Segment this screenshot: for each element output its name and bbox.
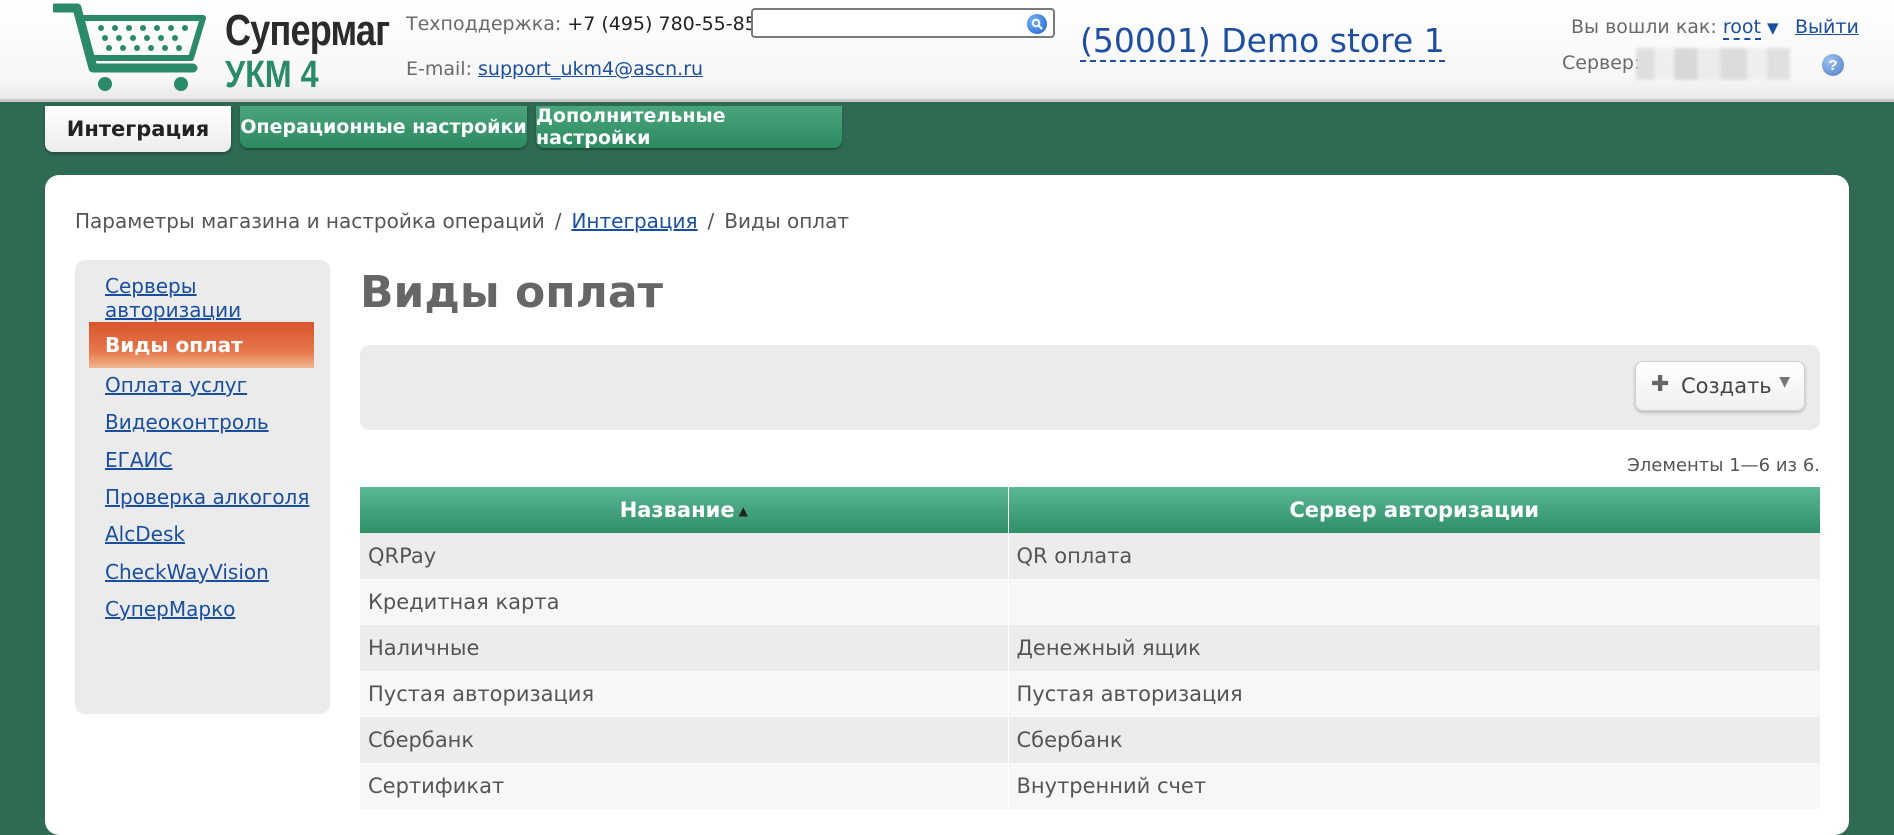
breadcrumb-separator: /	[554, 209, 562, 233]
breadcrumb: Параметры магазина и настройка операций /…	[75, 209, 849, 233]
search-button[interactable]	[1027, 14, 1047, 34]
tab-integration[interactable]: Интеграция	[45, 106, 231, 152]
table-row[interactable]: Сертификат Внутренний счет	[360, 763, 1820, 809]
cell-name: QRPay	[360, 533, 1009, 579]
plus-icon: ✚	[1651, 372, 1670, 397]
tab-additional-settings[interactable]: Дополнительные настройки	[536, 105, 842, 149]
support-label: Техподдержка:	[406, 13, 562, 35]
store-selector[interactable]: (50001) Demo store 1	[1080, 22, 1445, 62]
breadcrumb-root: Параметры магазина и настройка операций	[75, 209, 545, 233]
server-value-redacted	[1636, 48, 1790, 80]
search-icon	[1031, 18, 1043, 30]
logo-subtitle: УКМ 4	[225, 54, 319, 96]
table-row[interactable]: Наличные Денежный ящик	[360, 625, 1820, 671]
header: Супермаг УКМ 4 Техподдержка: +7 (495) 78…	[0, 0, 1894, 102]
cell-auth-server	[1008, 579, 1820, 625]
cell-auth-server: Пустая авторизация	[1008, 671, 1820, 717]
breadcrumb-separator: /	[707, 209, 715, 233]
sidebar-item-service-payment[interactable]: Оплата услуг	[105, 373, 247, 397]
email-label: E-mail:	[406, 58, 472, 80]
content-panel: Параметры магазина и настройка операций /…	[45, 175, 1849, 835]
breadcrumb-link-integration[interactable]: Интеграция	[571, 209, 697, 233]
sidebar-item-alcohol-check[interactable]: Проверка алкоголя	[105, 485, 309, 509]
sidebar-item-checkwayvision[interactable]: CheckWayVision	[105, 560, 269, 584]
logo-title: Супермаг	[225, 6, 390, 55]
cell-auth-server: QR оплата	[1008, 533, 1820, 579]
table-header-row: Название ▲ Сервер авторизации	[360, 487, 1820, 533]
page-title: Виды оплат	[360, 267, 664, 318]
cell-auth-server: Внутренний счет	[1008, 763, 1820, 809]
support-email-link[interactable]: support_ukm4@ascn.ru	[478, 58, 703, 80]
logo[interactable]: Супермаг УКМ 4	[50, 2, 390, 96]
sort-asc-icon: ▲	[738, 504, 748, 518]
breadcrumb-current: Виды оплат	[724, 209, 849, 233]
cell-name: Пустая авторизация	[360, 671, 1009, 717]
sidebar-item-supermarko[interactable]: СуперМарко	[105, 597, 235, 621]
support-phone-line: Техподдержка: +7 (495) 780-55-85	[406, 13, 757, 35]
sidebar-item-alcdesk[interactable]: AlcDesk	[105, 522, 185, 546]
table-row[interactable]: Сбербанк Сбербанк	[360, 717, 1820, 763]
table-row[interactable]: QRPay QR оплата	[360, 533, 1820, 579]
search-box	[751, 8, 1055, 38]
cell-name: Наличные	[360, 625, 1009, 671]
server-label: Сервер:	[1562, 52, 1641, 74]
help-icon[interactable]: ?	[1822, 54, 1844, 76]
sidebar-item-egais[interactable]: ЕГАИС	[105, 448, 172, 472]
search-input[interactable]	[759, 13, 1021, 33]
shopping-cart-icon	[50, 3, 206, 91]
tab-operational-settings[interactable]: Операционные настройки	[240, 106, 527, 148]
user-menu[interactable]: root	[1722, 16, 1761, 40]
create-button-label: Создать	[1681, 374, 1772, 398]
create-button[interactable]: ✚ Создать ▼	[1635, 361, 1805, 411]
payment-types-table: Название ▲ Сервер авторизации QRPay QR оп…	[360, 487, 1820, 809]
column-header-auth-server[interactable]: Сервер авторизации	[1008, 487, 1820, 533]
sidebar-item-payment-types[interactable]: Виды оплат	[89, 322, 314, 368]
sidebar: Серверы авторизации Виды оплат Оплата ус…	[75, 260, 330, 714]
toolbar: ✚ Создать ▼	[360, 345, 1820, 430]
cell-name: Сертификат	[360, 763, 1009, 809]
sidebar-item-video-control[interactable]: Видеоконтроль	[105, 410, 269, 434]
column-header-label: Название	[619, 498, 735, 522]
support-phone: +7 (495) 780-55-85	[567, 13, 757, 35]
cell-auth-server: Денежный ящик	[1008, 625, 1820, 671]
chevron-down-icon[interactable]: ▼	[1767, 19, 1779, 37]
cell-name: Кредитная карта	[360, 579, 1009, 625]
cell-name: Сбербанк	[360, 717, 1009, 763]
chevron-down-icon: ▼	[1779, 374, 1790, 390]
sidebar-item-auth-servers[interactable]: Серверы авторизации	[105, 274, 255, 322]
logged-in-label: Вы вошли как:	[1571, 16, 1717, 38]
cell-auth-server: Сбербанк	[1008, 717, 1820, 763]
table-row[interactable]: Кредитная карта	[360, 579, 1820, 625]
logout-link[interactable]: Выйти	[1795, 16, 1859, 38]
table-row[interactable]: Пустая авторизация Пустая авторизация	[360, 671, 1820, 717]
user-info: Вы вошли как: root ▼	[1571, 16, 1779, 40]
column-header-name[interactable]: Название ▲	[360, 487, 1009, 533]
support-email-line: E-mail: support_ukm4@ascn.ru	[406, 58, 703, 80]
pagination-info: Элементы 1—6 из 6.	[1627, 455, 1820, 476]
